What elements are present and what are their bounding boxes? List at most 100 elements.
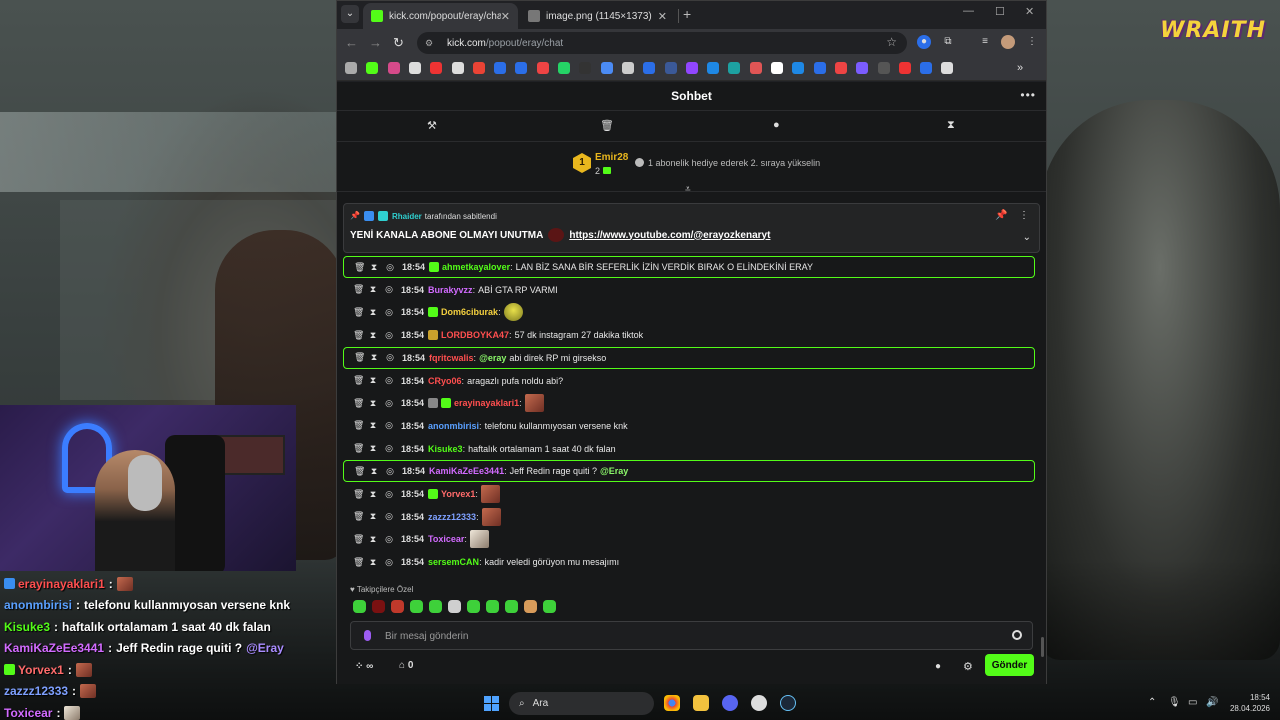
quick-emote-button[interactable] bbox=[524, 600, 537, 613]
bookmark-favicon-icon[interactable] bbox=[941, 62, 954, 74]
collapse-chevron-icon[interactable]: ⩡ bbox=[685, 184, 691, 195]
message-username[interactable]: Dom6ciburak bbox=[441, 307, 498, 317]
tab-image[interactable]: image.png (1145×1373) ✕ bbox=[520, 3, 675, 29]
timeout-icon[interactable]: ⧗ bbox=[369, 534, 377, 545]
message-username[interactable]: Burakyvzz bbox=[428, 285, 473, 295]
timeout-icon[interactable]: ⧗ bbox=[370, 352, 378, 363]
timeout-icon[interactable]: ⧗ bbox=[369, 511, 377, 522]
mic-tray-icon[interactable]: 🎙 bbox=[1168, 697, 1181, 708]
quick-emote-button[interactable] bbox=[543, 600, 556, 613]
shield-icon[interactable]: ◎ bbox=[385, 420, 393, 431]
bookmark-favicon-icon[interactable] bbox=[728, 62, 741, 74]
delete-message-icon[interactable]: 🗑 bbox=[353, 534, 364, 545]
timeout-icon[interactable]: ⧗ bbox=[369, 398, 377, 409]
profile-avatar-icon[interactable] bbox=[1001, 35, 1015, 49]
chat-message-input[interactable] bbox=[385, 628, 985, 644]
bookmark-favicon-icon[interactable] bbox=[579, 62, 592, 74]
more-options-icon[interactable]: ••• bbox=[1020, 88, 1036, 102]
close-icon[interactable]: ✕ bbox=[658, 10, 667, 23]
ban-hammer-icon[interactable]: ⚒ bbox=[427, 119, 437, 132]
message-username[interactable]: fqritcwalis bbox=[429, 353, 474, 363]
delete-message-icon[interactable]: 🗑 bbox=[353, 443, 364, 454]
apps-grid-icon[interactable] bbox=[345, 62, 357, 74]
message-username[interactable]: Kisuke3 bbox=[428, 444, 463, 454]
close-icon[interactable]: ✕ bbox=[501, 10, 510, 23]
taskbar-clock[interactable]: 18:54 28.04.2026 bbox=[1230, 692, 1270, 714]
bookmark-favicon-icon[interactable] bbox=[813, 62, 826, 74]
message-username[interactable]: zazzz12333 bbox=[428, 512, 476, 522]
volume-icon[interactable]: 🔊 bbox=[1206, 697, 1218, 708]
chat-message-row[interactable]: 🗑 ⧗ ◎ 18:54 Dom6ciburak: bbox=[343, 301, 1035, 323]
tab-search-button[interactable]: ⌄ bbox=[341, 5, 359, 23]
bookmark-favicon-icon[interactable] bbox=[643, 62, 656, 74]
quick-emote-button[interactable] bbox=[410, 600, 423, 613]
quick-emote-button[interactable] bbox=[486, 600, 499, 613]
shield-icon[interactable]: ◎ bbox=[386, 466, 394, 477]
bookmark-favicon-icon[interactable] bbox=[771, 62, 783, 74]
back-icon[interactable]: ← bbox=[345, 35, 358, 50]
browser-menu-icon[interactable]: ⋮ bbox=[1025, 35, 1039, 49]
bookmark-favicon-icon[interactable] bbox=[558, 62, 570, 74]
delete-message-icon[interactable]: 🗑 bbox=[353, 398, 364, 409]
pinned-link[interactable]: https://www.youtube.com/@erayozkenaryt bbox=[569, 230, 770, 241]
message-username[interactable]: sersemCAN bbox=[428, 557, 479, 567]
timeout-icon[interactable]: ⧗ bbox=[370, 466, 378, 477]
bookmark-favicon-icon[interactable] bbox=[408, 62, 421, 74]
chrome-icon[interactable] bbox=[664, 695, 680, 711]
message-mention[interactable]: @eray bbox=[479, 353, 506, 363]
chat-message-row[interactable]: 🗑 ⧗ ◎ 18:54 LORDBOYKA47:57 dk instagram 27 d… bbox=[343, 324, 1035, 346]
quick-emote-button[interactable] bbox=[467, 600, 480, 613]
timeout-icon[interactable]: ⧗ bbox=[369, 443, 377, 454]
bookmark-favicon-icon[interactable] bbox=[707, 62, 720, 74]
timeout-icon[interactable]: ⧗ bbox=[369, 375, 377, 386]
quick-emote-button[interactable] bbox=[429, 600, 442, 613]
chat-message-row[interactable]: 🗑 ⧗ ◎ 18:54 Yorvex1: bbox=[343, 483, 1035, 505]
shield-icon[interactable]: ◎ bbox=[385, 375, 393, 386]
reload-icon[interactable]: ↻ bbox=[393, 35, 404, 51]
store-button[interactable]: ⌂ 0 bbox=[399, 660, 413, 671]
bookmark-favicon-icon[interactable] bbox=[898, 62, 911, 74]
shield-icon[interactable]: ◎ bbox=[386, 352, 394, 363]
message-username[interactable]: Toxicear bbox=[428, 534, 464, 544]
chat-message-row[interactable]: 🗑 ⧗ ◎ 18:54 Kisuke3: haftalık ortalamam 1 saa… bbox=[343, 438, 1035, 460]
timeout-icon[interactable]: ⧗ bbox=[369, 489, 377, 500]
emoji-icon[interactable] bbox=[1012, 630, 1022, 640]
network-icon[interactable]: ▭ bbox=[1188, 697, 1197, 708]
bookmark-star-icon[interactable]: ☆ bbox=[886, 35, 897, 49]
shield-icon[interactable]: ◎ bbox=[385, 330, 393, 341]
shield-icon[interactable]: ◎ bbox=[385, 443, 393, 454]
shield-icon[interactable]: ◎ bbox=[385, 398, 393, 409]
bookmark-favicon-icon[interactable] bbox=[877, 62, 890, 74]
file-explorer-icon[interactable] bbox=[693, 695, 709, 711]
new-tab-button[interactable]: + bbox=[683, 6, 691, 22]
send-button[interactable]: Gönder bbox=[985, 654, 1034, 676]
shield-icon[interactable]: ◎ bbox=[385, 557, 393, 568]
chat-message-row[interactable]: 🗑 ⧗ ◎ 18:54 sersemCAN: kadir veledi görüyon m… bbox=[343, 551, 1035, 573]
quick-emote-button[interactable] bbox=[372, 600, 385, 613]
delete-message-icon[interactable]: 🗑 bbox=[353, 284, 364, 295]
steam-icon[interactable] bbox=[780, 695, 796, 711]
delete-message-icon[interactable]: 🗑 bbox=[353, 511, 364, 522]
bookmark-favicon-icon[interactable] bbox=[664, 62, 677, 74]
delete-message-icon[interactable]: 🗑 bbox=[353, 420, 364, 431]
window-close-icon[interactable]: ✕ bbox=[1025, 5, 1034, 18]
quick-emote-button[interactable] bbox=[353, 600, 366, 613]
chat-message-row[interactable]: 🗑 ⧗ ◎ 18:54 Toxicear: bbox=[343, 528, 1035, 550]
delete-message-icon[interactable]: 🗑 bbox=[353, 375, 364, 386]
extension-icon[interactable]: ● bbox=[917, 35, 931, 49]
maximize-icon[interactable]: ☐ bbox=[995, 5, 1005, 18]
bookmark-favicon-icon[interactable] bbox=[856, 62, 869, 74]
timeout-icon[interactable]: ⧗ bbox=[370, 262, 378, 273]
chat-message-row[interactable]: 🗑 ⧗ ◎ 18:54 KamiKaZeEe3441: Jeff Redin rage q… bbox=[343, 460, 1035, 483]
delete-message-icon[interactable]: 🗑 bbox=[354, 466, 365, 477]
hourglass-icon[interactable]: ⧗ bbox=[947, 119, 955, 132]
bookmark-favicon-icon[interactable] bbox=[387, 62, 400, 74]
timeout-icon[interactable]: ⧗ bbox=[369, 330, 377, 341]
pinned-by-user[interactable]: Rhaider bbox=[392, 212, 422, 221]
bookmark-favicon-icon[interactable] bbox=[366, 62, 379, 74]
start-windows-icon[interactable] bbox=[484, 696, 499, 711]
minimize-icon[interactable]: — bbox=[963, 5, 974, 17]
taskbar-search[interactable]: ⌕ Ara bbox=[509, 692, 654, 715]
tray-chevron-icon[interactable]: ⌃ bbox=[1148, 697, 1156, 708]
message-username[interactable]: Yorvex1 bbox=[441, 489, 475, 499]
